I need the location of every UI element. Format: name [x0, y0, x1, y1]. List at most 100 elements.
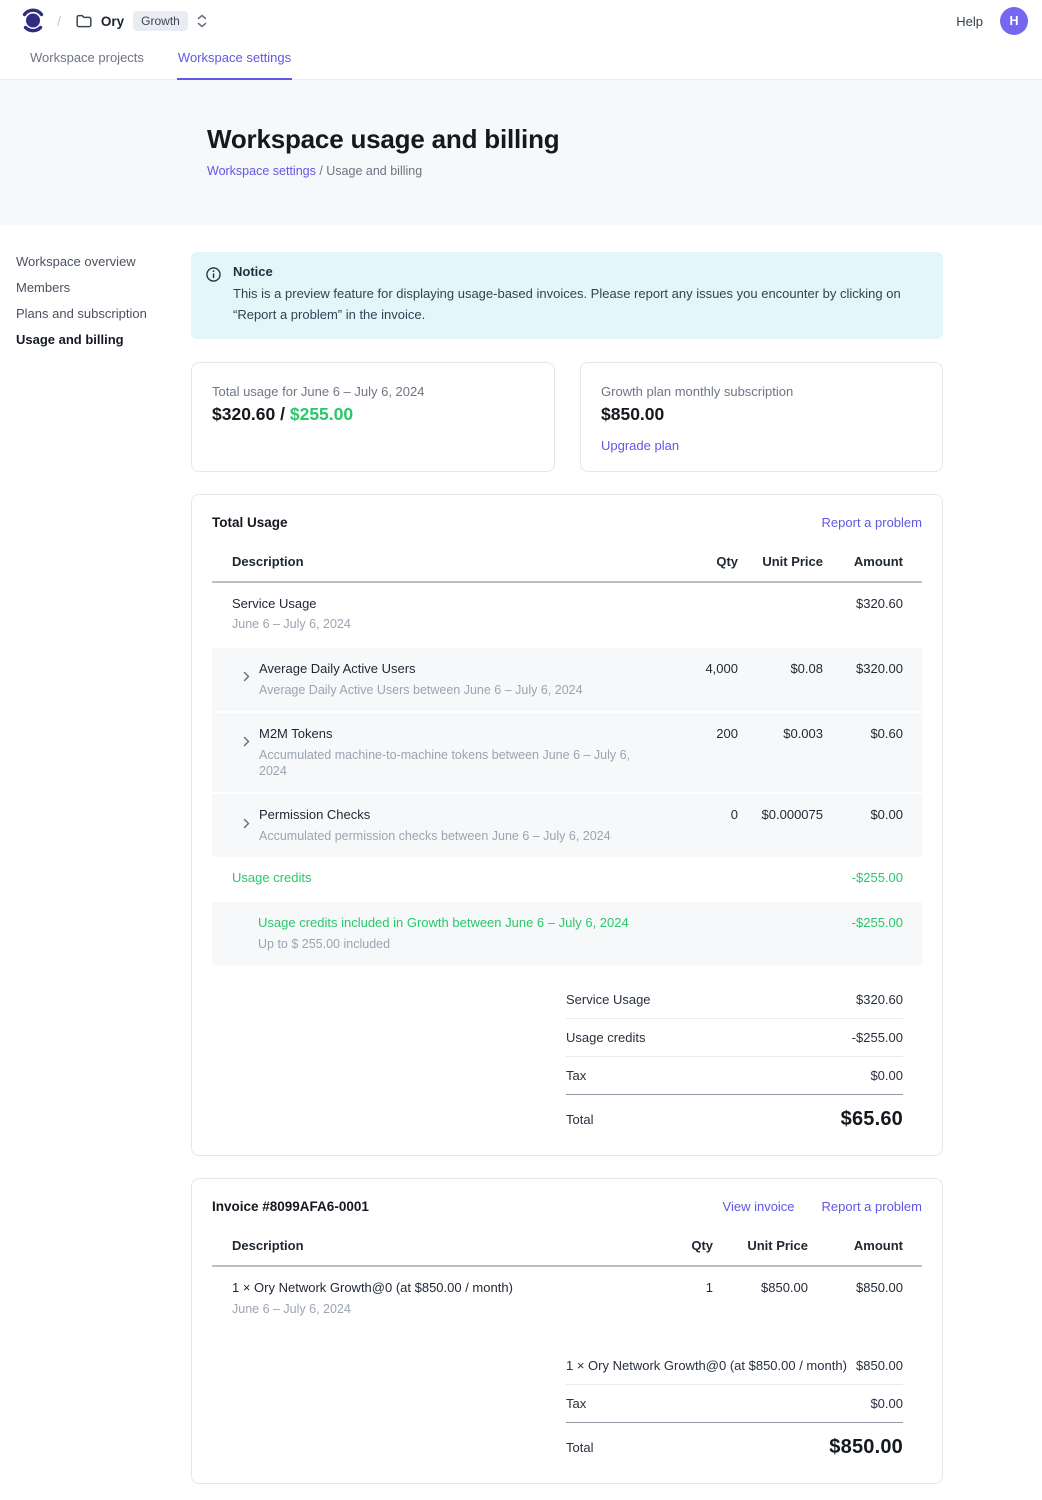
page-header: Workspace usage and billing Workspace se…: [0, 80, 1042, 225]
row-name: Usage credits: [232, 870, 648, 887]
row-name: Permission Checks: [259, 807, 611, 824]
row-unit-price: $850.00: [713, 1280, 808, 1297]
chevron-right-icon[interactable]: [243, 726, 250, 758]
invoice-table-header: Description Qty Unit Price Amount: [212, 1229, 922, 1267]
plan-card-label: Growth plan monthly subscription: [601, 384, 922, 399]
row-amount: $320.60: [823, 596, 903, 613]
summary-row-usage-credits: Usage credits -$255.00: [566, 1019, 903, 1057]
col-qty: Qty: [663, 1238, 713, 1253]
summary-value: $0.00: [870, 1396, 903, 1411]
row-subtext: Accumulated machine-to-machine tokens be…: [259, 747, 648, 780]
summary-value: $320.60: [856, 992, 903, 1007]
notice-body: This is a preview feature for displaying…: [233, 284, 923, 326]
row-unit-price: $0.000075: [738, 807, 823, 824]
row-qty: 200: [648, 726, 738, 743]
usage-amount-separator: /: [275, 404, 290, 424]
col-unit-price: Unit Price: [738, 554, 823, 569]
report-a-problem-link[interactable]: Report a problem: [822, 515, 922, 530]
total-label: Total: [566, 1440, 593, 1455]
report-a-problem-link[interactable]: Report a problem: [822, 1199, 922, 1214]
row-qty: 1: [663, 1280, 713, 1297]
row-name: M2M Tokens: [259, 726, 648, 743]
summary-row-growth: 1 × Ory Network Growth@0 (at $850.00 / m…: [566, 1347, 903, 1385]
invoice-panel: Invoice #8099AFA6-0001 View invoice Repo…: [191, 1178, 943, 1483]
table-row-average-daily-active-users[interactable]: Average Daily Active Users Average Daily…: [212, 646, 922, 711]
plan-card-amount: $850.00: [601, 404, 922, 425]
chevron-right-icon[interactable]: [243, 807, 250, 839]
info-icon: [206, 267, 221, 326]
row-amount: -$255.00: [823, 915, 903, 932]
summary-row-service-usage: Service Usage $320.60: [566, 981, 903, 1019]
settings-sidebar: Workspace overview Members Plans and sub…: [0, 225, 191, 359]
tab-workspace-projects[interactable]: Workspace projects: [29, 50, 145, 80]
invoice-panel-title: Invoice #8099AFA6-0001: [212, 1199, 369, 1214]
sidebar-item-members[interactable]: Members: [16, 281, 70, 294]
row-amount: $320.00: [823, 661, 903, 678]
workspace-switcher[interactable]: Ory Growth: [72, 9, 211, 33]
row-name: Service Usage: [232, 596, 648, 613]
invoice-summary: 1 × Ory Network Growth@0 (at $850.00 / m…: [566, 1347, 903, 1461]
col-amount: Amount: [808, 1238, 903, 1253]
total-usage-card: Total usage for June 6 – July 6, 2024 $3…: [191, 362, 555, 472]
row-subtext: June 6 – July 6, 2024: [232, 616, 648, 632]
breadcrumb-current: / Usage and billing: [316, 164, 422, 178]
row-amount: $0.60: [823, 726, 903, 743]
total-value: $65.60: [841, 1108, 903, 1131]
row-amount: $850.00: [808, 1280, 903, 1297]
table-row-ory-network-growth: 1 × Ory Network Growth@0 (at $850.00 / m…: [212, 1267, 922, 1330]
row-qty: 4,000: [648, 661, 738, 678]
summary-label: Tax: [566, 1396, 586, 1411]
col-qty: Qty: [648, 554, 738, 569]
workspace-tabs: Workspace projects Workspace settings: [0, 42, 1042, 80]
row-name: Average Daily Active Users: [259, 661, 583, 678]
row-unit-price: $0.003: [738, 726, 823, 743]
table-row-permission-checks[interactable]: Permission Checks Accumulated permission…: [212, 792, 922, 857]
help-link[interactable]: Help: [956, 14, 983, 29]
upgrade-plan-link[interactable]: Upgrade plan: [601, 438, 679, 453]
plan-badge: Growth: [133, 11, 188, 31]
row-subtext: Up to $ 255.00 included: [258, 936, 648, 952]
table-row-usage-credits-included: Usage credits included in Growth between…: [212, 900, 922, 965]
notice-title: Notice: [233, 264, 923, 279]
breadcrumb-separator: /: [57, 13, 61, 29]
summary-label: Usage credits: [566, 1030, 645, 1045]
summary-value: $850.00: [856, 1358, 903, 1373]
folder-icon: [76, 14, 92, 28]
summary-row-tax: Tax $0.00: [566, 1057, 903, 1095]
usage-total-row: Total $65.60: [566, 1095, 903, 1133]
breadcrumb-workspace-settings-link[interactable]: Workspace settings: [207, 164, 316, 178]
avatar[interactable]: H: [1000, 7, 1028, 35]
page-title: Workspace usage and billing: [207, 124, 1042, 155]
view-invoice-link[interactable]: View invoice: [723, 1199, 795, 1214]
col-description: Description: [232, 1238, 663, 1253]
row-unit-price: $0.08: [738, 661, 823, 678]
main-content: Notice This is a preview feature for dis…: [191, 225, 943, 1500]
summary-row-tax: Tax $0.00: [566, 1385, 903, 1423]
invoice-total-row: Total $850.00: [566, 1423, 903, 1461]
sidebar-item-usage-and-billing[interactable]: Usage and billing: [16, 333, 124, 346]
invoice-table: Description Qty Unit Price Amount 1 × Or…: [212, 1229, 922, 1460]
preview-notice: Notice This is a preview feature for dis…: [191, 252, 943, 339]
summary-value: $0.00: [870, 1068, 903, 1083]
row-name: 1 × Ory Network Growth@0 (at $850.00 / m…: [232, 1280, 663, 1297]
summary-label: Service Usage: [566, 992, 651, 1007]
usage-amount-used: $320.60: [212, 404, 275, 424]
usage-summary: Service Usage $320.60 Usage credits -$25…: [566, 981, 903, 1133]
sidebar-item-workspace-overview[interactable]: Workspace overview: [16, 255, 136, 268]
row-subtext: June 6 – July 6, 2024: [232, 1301, 663, 1317]
row-amount: $0.00: [823, 807, 903, 824]
summary-value: -$255.00: [852, 1030, 903, 1045]
usage-table: Description Qty Unit Price Amount Servic…: [212, 545, 922, 1134]
sidebar-item-plans-and-subscription[interactable]: Plans and subscription: [16, 307, 147, 320]
row-subtext: Average Daily Active Users between June …: [259, 682, 583, 698]
usage-amount-credits: $255.00: [290, 404, 353, 424]
chevron-right-icon[interactable]: [243, 661, 250, 693]
col-unit-price: Unit Price: [713, 1238, 808, 1253]
total-usage-panel-title: Total Usage: [212, 515, 288, 530]
summary-label: 1 × Ory Network Growth@0 (at $850.00 / m…: [566, 1358, 847, 1373]
table-row-m2m-tokens[interactable]: M2M Tokens Accumulated machine-to-machin…: [212, 711, 922, 792]
workspace-name: Ory: [101, 14, 124, 29]
row-qty: 0: [648, 807, 738, 824]
total-usage-card-amount: $320.60 / $255.00: [212, 404, 534, 425]
tab-workspace-settings[interactable]: Workspace settings: [177, 50, 292, 80]
